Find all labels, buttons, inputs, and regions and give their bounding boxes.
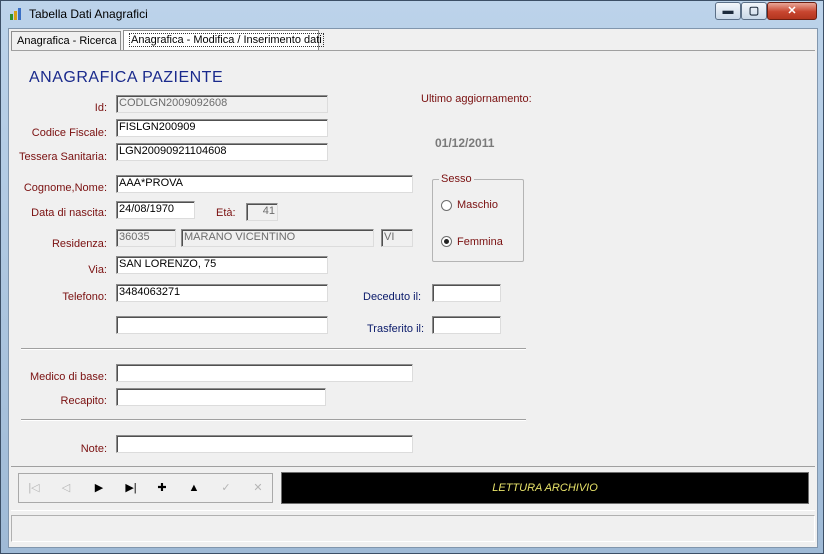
femmina-label[interactable]: Femmina: [457, 236, 503, 248]
maschio-label[interactable]: Maschio: [457, 199, 498, 211]
cognome-nome-label: Cognome,Nome:: [23, 182, 107, 194]
archive-status-text: LETTURA ARCHIVIO: [492, 482, 598, 494]
id-label: Id:: [94, 102, 107, 114]
app-window: Tabella Dati Anagrafici ▬ ▢ ✕ Anagrafica…: [0, 0, 824, 554]
via-field[interactable]: SAN LORENZO, 75: [116, 256, 328, 274]
tessera-sanitaria-field[interactable]: LGN20090921104608: [116, 143, 328, 161]
eta-field[interactable]: 41: [246, 203, 278, 221]
via-label: Via:: [88, 264, 107, 276]
provincia-field[interactable]: VI: [381, 229, 413, 247]
edit-record-button[interactable]: ▲: [184, 479, 204, 497]
eta-label: Età:: [216, 207, 236, 219]
page-title: ANAGRAFICA PAZIENTE: [29, 69, 224, 86]
codice-fiscale-field[interactable]: FISLGN200909: [116, 119, 328, 137]
maschio-radio[interactable]: [441, 200, 452, 211]
telefono-field[interactable]: 3484063271: [116, 284, 328, 302]
trasferito-label: Trasferito il:: [367, 323, 425, 335]
minimize-button[interactable]: ▬: [715, 2, 741, 20]
note-label: Note:: [80, 443, 107, 455]
add-record-button[interactable]: ✚: [152, 479, 172, 497]
femmina-radio[interactable]: [441, 236, 452, 247]
trasferito-field[interactable]: [432, 316, 501, 334]
telefono2-field[interactable]: [116, 316, 328, 334]
tab-modifica-inserimento[interactable]: Anagrafica - Modifica / Inserimento dati: [123, 30, 324, 51]
residenza-label: Residenza:: [51, 238, 107, 250]
note-field[interactable]: [116, 435, 413, 453]
medico-base-label: Medico di base:: [29, 371, 107, 383]
recapito-label: Recapito:: [60, 395, 107, 407]
last-record-button[interactable]: ▶|: [121, 479, 141, 497]
close-button[interactable]: ✕: [767, 2, 817, 20]
deceduto-field[interactable]: [432, 284, 501, 302]
app-icon: [10, 8, 21, 20]
status-bar: [11, 515, 815, 542]
sesso-group: [432, 179, 524, 262]
separator-2: [21, 419, 526, 421]
id-field[interactable]: CODLGN2009092608: [116, 95, 328, 113]
post-record-button[interactable]: ✓: [216, 479, 236, 497]
cap-field[interactable]: 36035: [116, 229, 176, 247]
comune-field[interactable]: MARANO VICENTINO: [181, 229, 374, 247]
next-record-button[interactable]: ▶: [89, 479, 109, 497]
cancel-record-button[interactable]: ✕: [248, 479, 268, 497]
maximize-button[interactable]: ▢: [741, 2, 767, 20]
client-area: Anagrafica - Ricerca Anagrafica - Modifi…: [8, 28, 818, 548]
data-nascita-label: Data di nascita:: [31, 207, 107, 219]
window-title: Tabella Dati Anagrafici: [29, 7, 148, 21]
last-update-value: 01/12/2011: [435, 136, 495, 150]
codice-fiscale-label: Codice Fiscale:: [31, 127, 107, 139]
cognome-nome-field[interactable]: AAA*PROVA: [116, 175, 413, 193]
tab-modifica-label: Anagrafica - Modifica / Inserimento dati: [129, 33, 324, 47]
medico-base-field[interactable]: [116, 364, 413, 382]
telefono-label: Telefono:: [62, 291, 107, 303]
separator-1: [21, 348, 526, 350]
title-bar[interactable]: Tabella Dati Anagrafici ▬ ▢ ✕: [1, 1, 823, 27]
tab-ricerca[interactable]: Anagrafica - Ricerca: [11, 31, 121, 50]
tessera-sanitaria-label: Tessera Sanitaria:: [18, 151, 107, 163]
prev-record-button[interactable]: ◁: [56, 479, 76, 497]
recapito-field[interactable]: [116, 388, 326, 406]
deceduto-label: Deceduto il:: [363, 291, 422, 303]
sesso-label: Sesso: [439, 173, 474, 185]
last-update-label: Ultimo aggiornamento:: [421, 93, 532, 105]
data-nascita-field[interactable]: 24/08/1970: [116, 201, 195, 219]
archive-status-display: LETTURA ARCHIVIO: [281, 472, 809, 504]
first-record-button[interactable]: |◁: [24, 479, 44, 497]
